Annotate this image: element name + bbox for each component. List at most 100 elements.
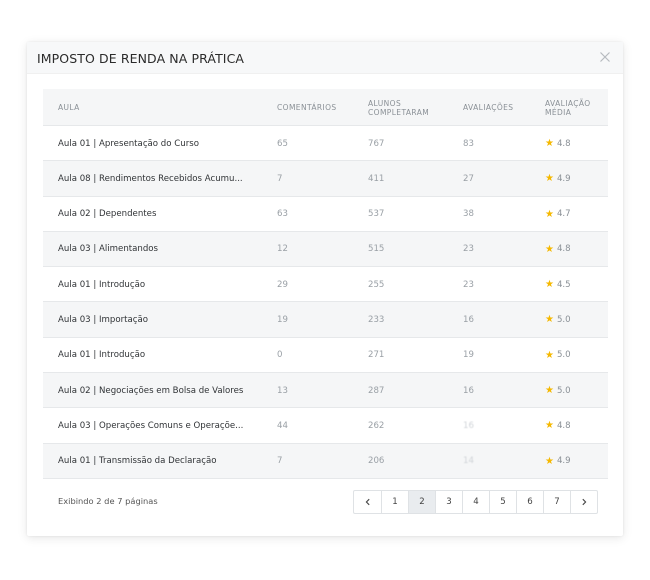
table-row[interactable]: Aula 03 | Alimentandos 12 515 23 ★ 4.8 xyxy=(43,231,608,268)
cell-comentarios: 7 xyxy=(277,173,283,184)
table-row[interactable]: Aula 01 | Transmissão da Declaração 7 206 1… xyxy=(43,443,608,479)
cell-alunos: 287 xyxy=(368,385,385,396)
rating-value: 4.9 xyxy=(556,456,571,467)
cell-comentarios: 13 xyxy=(277,385,288,396)
page-6-button[interactable]: 6 xyxy=(516,491,543,513)
table-row[interactable]: Aula 03 | Importação 19 233 16 ★ 5.0 xyxy=(43,302,608,338)
cell-avaliacao-media: ★ 4.7 xyxy=(545,197,571,232)
header-aula[interactable]: AULA xyxy=(58,89,80,126)
cell-aula: Aula 03 | Operações Comuns e Operaçõe... xyxy=(58,420,244,431)
cell-comentarios: 63 xyxy=(277,209,288,220)
cell-avaliacoes: 19 xyxy=(463,350,474,361)
cell-comentarios: 44 xyxy=(277,420,288,431)
pagination: 1 2 3 4 5 6 7 xyxy=(353,490,598,514)
rating-value: 4.8 xyxy=(556,244,571,255)
header-avaliacoes[interactable]: AVALIAÇÕES xyxy=(463,89,513,126)
cell-avaliacao-media: ★ 4.8 xyxy=(545,232,571,267)
star-icon: ★ xyxy=(545,385,554,397)
table-header: AULA COMENTÁRIOS ALUNOS COMPLETARAM AVAL… xyxy=(43,89,608,126)
cell-aula: Aula 08 | Rendimentos Recebidos Acumu... xyxy=(58,173,243,184)
cell-avaliacao-media: ★ 4.8 xyxy=(545,408,571,443)
chevron-right-icon xyxy=(582,498,587,506)
cell-avaliacoes: 14 xyxy=(463,456,474,467)
cell-comentarios: 29 xyxy=(277,279,288,290)
page-4-button[interactable]: 4 xyxy=(462,491,489,513)
cell-avaliacoes: 38 xyxy=(463,209,474,220)
rating-value: 4.8 xyxy=(556,138,571,149)
cell-avaliacoes: 27 xyxy=(463,173,474,184)
cell-avaliacoes: 23 xyxy=(463,279,474,290)
rating-value: 5.0 xyxy=(556,350,571,361)
star-icon: ★ xyxy=(545,349,554,361)
cell-avaliacoes: 16 xyxy=(463,420,474,431)
cell-avaliacao-media: ★ 4.9 xyxy=(545,161,571,196)
cell-aula: Aula 01 | Introdução xyxy=(58,350,146,361)
modal-dialog: IMPOSTO DE RENDA NA PRÁTICA AULA COMENTÁ… xyxy=(27,42,623,536)
cell-comentarios: 7 xyxy=(277,456,283,467)
cell-aula: Aula 03 | Alimentandos xyxy=(58,244,159,255)
cell-avaliacoes: 83 xyxy=(463,138,474,149)
star-icon: ★ xyxy=(545,455,554,467)
cell-aula: Aula 01 | Apresentação do Curso xyxy=(58,138,199,149)
lessons-table: AULA COMENTÁRIOS ALUNOS COMPLETARAM AVAL… xyxy=(43,89,608,479)
cell-comentarios: 0 xyxy=(277,350,283,361)
star-icon: ★ xyxy=(545,243,554,255)
header-alunos-completaram[interactable]: ALUNOS COMPLETARAM xyxy=(368,89,438,126)
header-comentarios[interactable]: COMENTÁRIOS xyxy=(277,89,337,126)
cell-avaliacao-media: ★ 4.9 xyxy=(545,444,571,479)
star-icon: ★ xyxy=(545,420,554,432)
close-button[interactable] xyxy=(597,49,613,65)
cell-avaliacao-media: ★ 4.8 xyxy=(545,126,571,161)
modal-header: IMPOSTO DE RENDA NA PRÁTICA xyxy=(27,42,623,74)
table-row[interactable]: Aula 02 | Dependentes 63 537 38 ★ 4.7 xyxy=(43,197,608,232)
rating-value: 4.5 xyxy=(556,279,571,290)
cell-avaliacoes: 23 xyxy=(463,244,474,255)
cell-avaliacao-media: ★ 4.5 xyxy=(545,267,571,302)
cell-avaliacao-media: ★ 5.0 xyxy=(545,338,571,373)
cell-aula: Aula 02 | Dependentes xyxy=(58,209,157,220)
cell-aula: Aula 01 | Transmissão da Declaração xyxy=(58,456,217,467)
table-body: Aula 01 | Apresentação do Curso 65 767 83 ★ 4… xyxy=(43,126,608,479)
cell-alunos: 537 xyxy=(368,209,385,220)
header-avaliacao-media[interactable]: AVALIAÇÃO MÉDIA xyxy=(545,89,605,126)
rating-value: 5.0 xyxy=(556,314,571,325)
rating-value: 4.9 xyxy=(556,173,571,184)
cell-avaliacoes: 16 xyxy=(463,314,474,325)
rating-value: 4.7 xyxy=(556,209,571,220)
cell-avaliacoes: 16 xyxy=(463,385,474,396)
table-row[interactable]: Aula 01 | Introdução 0 271 19 ★ 5.0 xyxy=(43,338,608,374)
rating-value: 4.8 xyxy=(556,420,571,431)
cell-comentarios: 65 xyxy=(277,138,288,149)
prev-page-button[interactable] xyxy=(354,491,381,513)
cell-alunos: 515 xyxy=(368,244,385,255)
cell-alunos: 255 xyxy=(368,279,385,290)
page-3-button[interactable]: 3 xyxy=(435,491,462,513)
cell-avaliacao-media: ★ 5.0 xyxy=(545,302,571,337)
cell-comentarios: 12 xyxy=(277,244,288,255)
star-icon: ★ xyxy=(545,208,554,220)
cell-alunos: 271 xyxy=(368,350,385,361)
cell-avaliacao-media: ★ 5.0 xyxy=(545,373,571,408)
pagination-status: Exibindo 2 de 7 páginas xyxy=(58,496,158,506)
page-5-button[interactable]: 5 xyxy=(489,491,516,513)
cell-alunos: 233 xyxy=(368,314,385,325)
cell-alunos: 262 xyxy=(368,420,385,431)
cell-alunos: 411 xyxy=(368,173,385,184)
table-row[interactable]: Aula 01 | Apresentação do Curso 65 767 83 ★ 4… xyxy=(43,126,608,162)
cell-alunos: 206 xyxy=(368,456,385,467)
cell-aula: Aula 02 | Negociações em Bolsa de Valore… xyxy=(58,385,244,396)
table-row[interactable]: Aula 03 | Operações Comuns e Operaçõe...… xyxy=(43,408,608,444)
next-page-button[interactable] xyxy=(570,491,597,513)
page-2-button[interactable]: 2 xyxy=(408,491,435,513)
table-row[interactable]: Aula 02 | Negociações em Bolsa de Valore… xyxy=(43,373,608,409)
page-1-button[interactable]: 1 xyxy=(381,491,408,513)
star-icon: ★ xyxy=(545,314,554,326)
star-icon: ★ xyxy=(545,138,554,149)
rating-value: 5.0 xyxy=(556,385,571,396)
close-icon xyxy=(600,52,610,62)
table-row[interactable]: Aula 08 | Rendimentos Recebidos Acumu...… xyxy=(43,161,608,197)
page-7-button[interactable]: 7 xyxy=(543,491,570,513)
cell-alunos: 767 xyxy=(368,138,385,149)
table-row[interactable]: Aula 01 | Introdução 29 255 23 ★ 4.5 xyxy=(43,267,608,303)
modal-title: IMPOSTO DE RENDA NA PRÁTICA xyxy=(37,51,245,66)
